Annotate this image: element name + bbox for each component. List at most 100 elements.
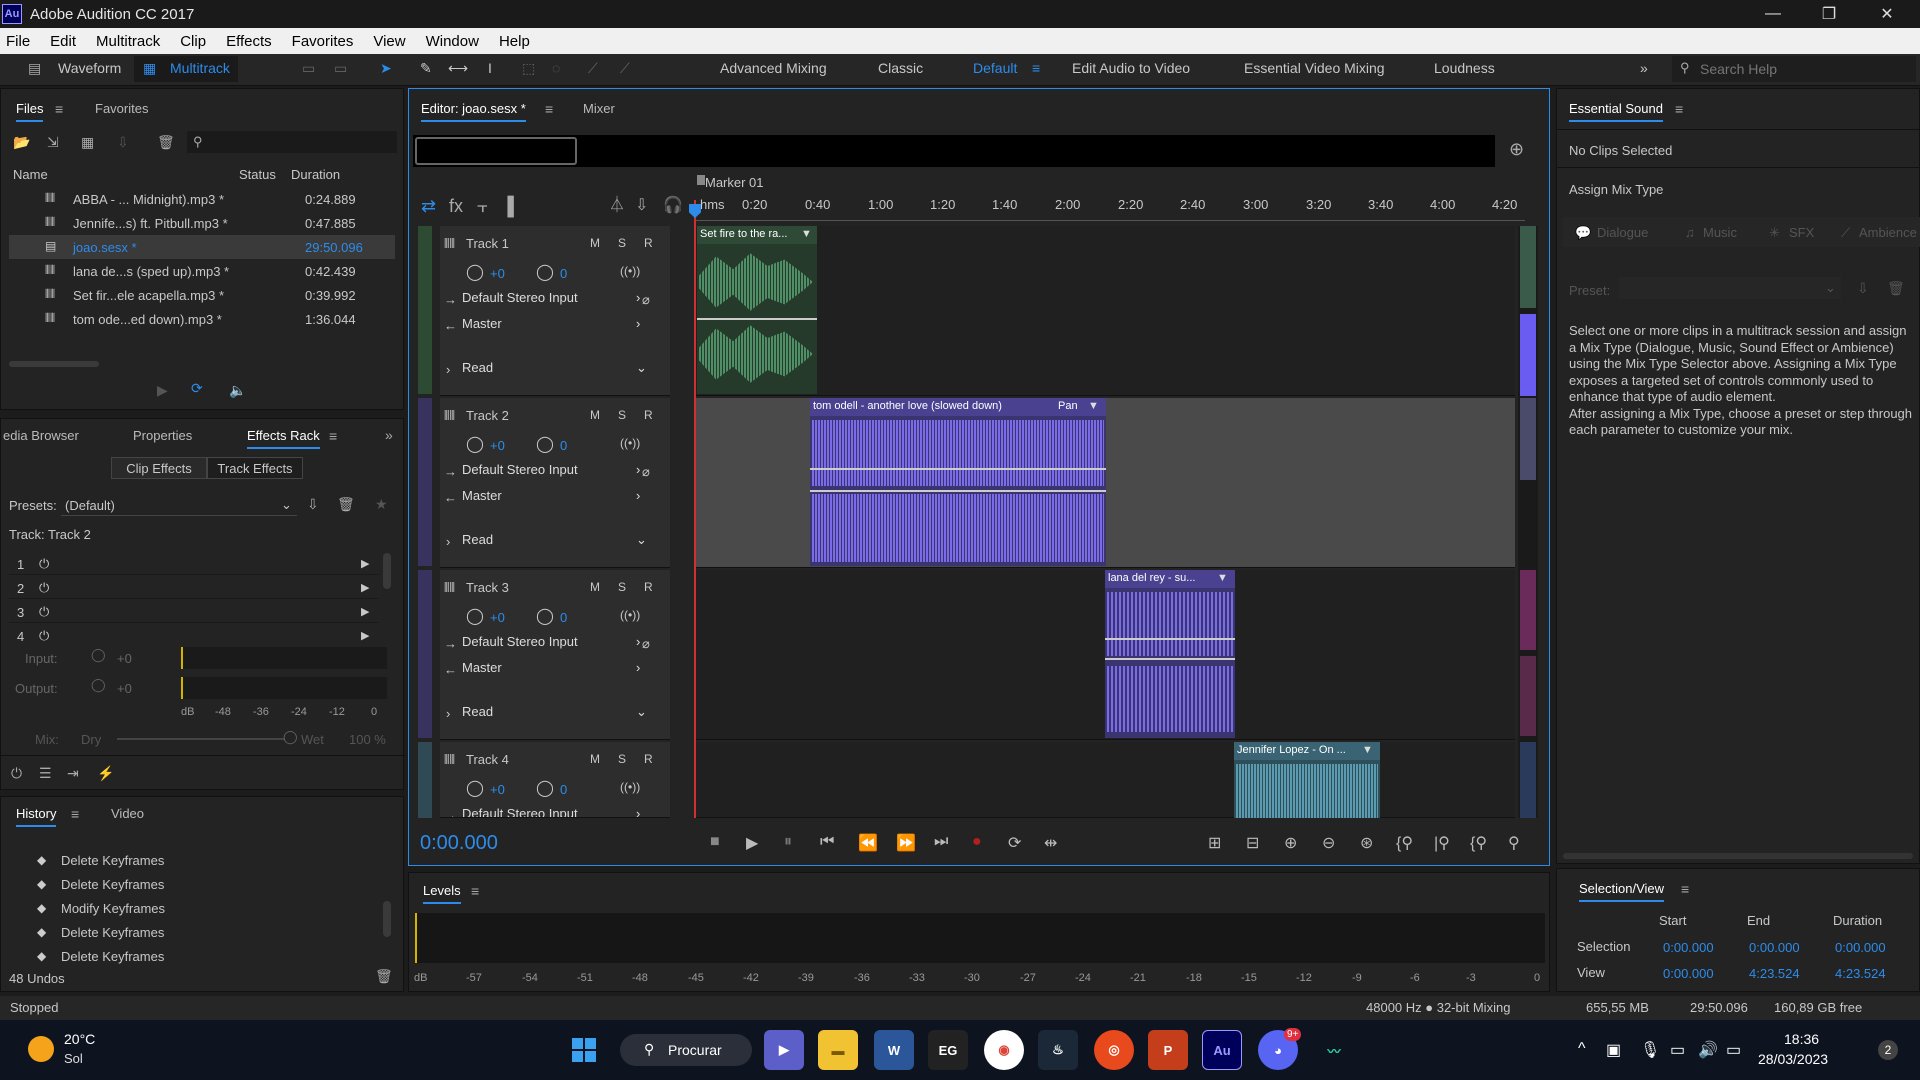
- tab-files[interactable]: Files: [16, 101, 44, 122]
- view-duration[interactable]: 4:23.524: [1835, 966, 1886, 981]
- tab-levels[interactable]: Levels: [423, 883, 461, 904]
- effect-slot[interactable]: 4 ⏻ ▶: [9, 625, 379, 647]
- files-search-box[interactable]: ⚲: [187, 131, 397, 153]
- tab-media-browser[interactable]: edia Browser: [3, 428, 79, 443]
- skip-selection-icon[interactable]: ⇹: [1044, 833, 1057, 853]
- power-icon[interactable]: ⏻: [39, 580, 49, 596]
- marquee-tool-icon[interactable]: ⬚: [522, 60, 535, 77]
- automation-mode-dropdown[interactable]: Read ⌄: [462, 532, 658, 552]
- pan-value[interactable]: 0: [560, 782, 567, 797]
- overview-bar[interactable]: [413, 135, 1495, 167]
- selection-duration[interactable]: 0:00.000: [1835, 940, 1886, 955]
- audio-clip[interactable]: Jennifer Lopez - On ... ▼: [1234, 742, 1380, 818]
- volume-icon[interactable]: 🔊: [1698, 1040, 1718, 1060]
- clip-menu-icon[interactable]: ▼: [1217, 572, 1228, 584]
- mix-type-ambience[interactable]: Ambience: [1859, 225, 1917, 240]
- menu-file[interactable]: File: [6, 33, 30, 50]
- workspace-classic[interactable]: Classic: [878, 60, 923, 76]
- selection-view-menu-icon[interactable]: ≡: [1681, 882, 1689, 896]
- play-preview-icon[interactable]: ▶: [157, 383, 168, 397]
- effect-slot[interactable]: 1 ⏻ ▶: [9, 553, 379, 575]
- pan-value[interactable]: 0: [560, 610, 567, 625]
- show-routing-icon[interactable]: ⇄: [421, 197, 436, 215]
- zoom-out-point-icon[interactable]: {⚲: [1470, 833, 1487, 853]
- power-icon[interactable]: ⏻: [39, 556, 49, 572]
- play-arrow-icon[interactable]: ▶: [361, 581, 369, 594]
- rack-list-icon[interactable]: ☰: [39, 766, 52, 780]
- clip-menu-icon[interactable]: ▼: [1088, 400, 1099, 412]
- mute-button[interactable]: M: [590, 236, 600, 250]
- clip-effects-tab[interactable]: Clip Effects: [111, 457, 207, 479]
- marker-flag-icon[interactable]: [697, 175, 705, 185]
- zoom-in-time-icon[interactable]: ⊕: [1284, 833, 1297, 853]
- tab-effects-rack[interactable]: Effects Rack: [247, 428, 320, 449]
- network-icon[interactable]: ▭: [1670, 1040, 1685, 1060]
- powerpoint-icon[interactable]: P: [1148, 1030, 1188, 1070]
- effects-panel-menu-icon[interactable]: ≡: [329, 429, 337, 443]
- history-item[interactable]: Delete Keyframes: [37, 877, 164, 892]
- record-arm-button[interactable]: R: [644, 408, 653, 422]
- zoom-in-point-icon[interactable]: |⚲: [1434, 833, 1450, 853]
- mix-slider-handle[interactable]: ◯: [283, 729, 298, 745]
- effect-slot[interactable]: 2 ⏻ ▶: [9, 577, 379, 599]
- delete-preset-icon[interactable]: 🗑: [337, 497, 355, 511]
- clip-menu-icon[interactable]: ▼: [1362, 744, 1373, 756]
- save-preset-icon[interactable]: ⇩: [1857, 281, 1869, 295]
- search-help-box[interactable]: ⚲: [1672, 56, 1916, 82]
- clip-menu-icon[interactable]: ▼: [801, 228, 812, 240]
- history-scrollbar[interactable]: [383, 901, 391, 937]
- slip-tool-icon[interactable]: ⟷: [448, 60, 468, 77]
- record-arm-button[interactable]: R: [644, 580, 653, 594]
- waveform-button[interactable]: Waveform: [58, 60, 121, 76]
- menu-multitrack[interactable]: Multitrack: [96, 33, 160, 50]
- track-name[interactable]: Track 2: [466, 408, 509, 423]
- file-row[interactable]: ⫴⫴ Set fir...ele acapella.mp3 * 0:39.992: [9, 283, 395, 307]
- microphone-icon[interactable]: 🎙: [1640, 1040, 1660, 1060]
- col-name[interactable]: Name: [13, 167, 48, 182]
- phase-invert-icon[interactable]: ⌀: [642, 464, 650, 480]
- file-row-selected[interactable]: ▤ joao.sesx * 29:50.096: [9, 235, 395, 259]
- expand-chevron-icon[interactable]: ›: [446, 706, 450, 721]
- current-time[interactable]: 0:00.000: [420, 832, 498, 855]
- stereo-icon[interactable]: ((•)): [620, 608, 640, 622]
- taskbar-search[interactable]: ⚲ Procurar: [620, 1034, 752, 1066]
- menu-view[interactable]: View: [373, 33, 405, 50]
- rewind-icon[interactable]: ⏪: [858, 833, 878, 853]
- clip-pan-line[interactable]: [810, 490, 1106, 492]
- history-delete-icon[interactable]: 🗑: [375, 969, 393, 983]
- track-name[interactable]: Track 4: [466, 752, 509, 767]
- stereo-icon[interactable]: ((•)): [620, 264, 640, 278]
- menu-help[interactable]: Help: [499, 33, 530, 50]
- files-panel-menu-icon[interactable]: ≡: [55, 102, 63, 116]
- pan-knob[interactable]: ◯: [536, 778, 554, 798]
- history-item[interactable]: Delete Keyframes: [37, 853, 164, 868]
- audio-clip[interactable]: lana del rey - su... ▼: [1105, 570, 1235, 738]
- tray-app-icon[interactable]: ▣: [1606, 1040, 1621, 1060]
- zoom-settings-icon[interactable]: ⊕: [1509, 140, 1524, 158]
- menu-window[interactable]: Window: [426, 33, 479, 50]
- solo-button[interactable]: S: [618, 752, 626, 766]
- play-icon[interactable]: ▶: [746, 833, 758, 853]
- record-arm-button[interactable]: R: [644, 752, 653, 766]
- workspace-edit-audio-to-video[interactable]: Edit Audio to Video: [1072, 60, 1190, 76]
- track-effects-tab[interactable]: Track Effects: [207, 457, 303, 479]
- delete-preset-icon[interactable]: 🗑: [1887, 281, 1905, 295]
- pan-knob[interactable]: ◯: [536, 606, 554, 626]
- show-sends-icon[interactable]: ⫟: [477, 197, 488, 215]
- battery-icon[interactable]: ▭: [1726, 1040, 1741, 1060]
- metronome-icon[interactable]: ⏃: [609, 198, 625, 214]
- workspace-essential-video-mixing[interactable]: Essential Video Mixing: [1244, 60, 1385, 76]
- power-icon[interactable]: ⏻: [39, 604, 49, 620]
- play-arrow-icon[interactable]: ▶: [361, 557, 369, 570]
- notification-count[interactable]: 2: [1878, 1040, 1898, 1060]
- file-row[interactable]: ⫴⫴ tom ode...ed down).mp3 * 1:36.044: [9, 307, 395, 331]
- slots-scrollbar[interactable]: [383, 553, 391, 589]
- automation-mode-dropdown[interactable]: Read ⌄: [462, 360, 658, 380]
- sync-icon[interactable]: ⇩: [635, 198, 648, 214]
- play-arrow-icon[interactable]: ▶: [361, 605, 369, 618]
- track-4-lane[interactable]: [695, 742, 1515, 818]
- teams-icon[interactable]: ▶: [764, 1030, 804, 1070]
- workspace-advanced-mixing[interactable]: Advanced Mixing: [720, 60, 827, 76]
- multitrack-button[interactable]: Multitrack: [170, 60, 230, 76]
- track-1-color-strip[interactable]: [418, 226, 432, 394]
